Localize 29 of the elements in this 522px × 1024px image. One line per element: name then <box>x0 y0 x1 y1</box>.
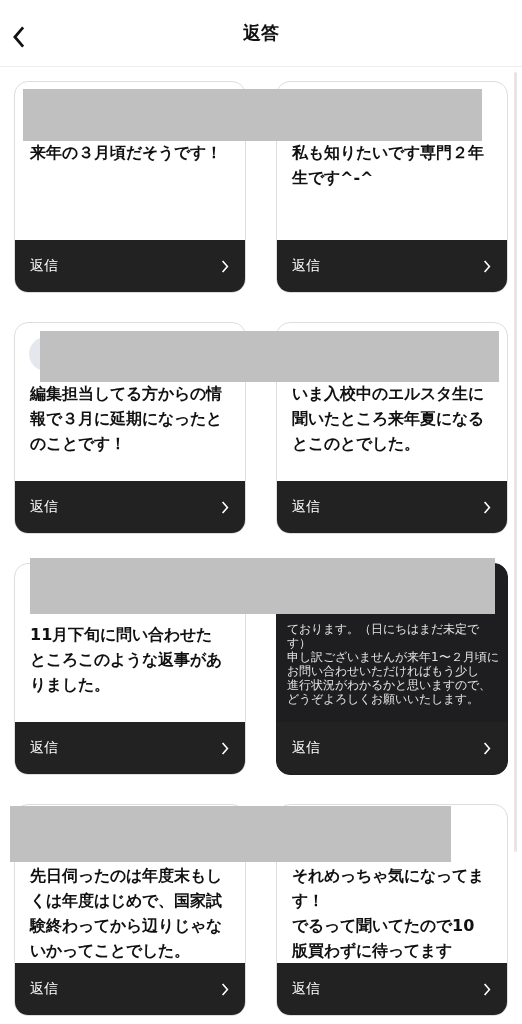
reply-text: 先日伺ったのは年度末もしくは年度はじめで、国家試験終わってから辺りじゃないかってことでした。 <box>30 865 223 962</box>
page-title: 返答 <box>243 21 279 45</box>
reply-button[interactable]: 返信 <box>15 963 245 1015</box>
reply-button[interactable]: 返信 <box>277 240 507 292</box>
chevron-icon[interactable] <box>483 259 491 273</box>
message-text: 進行状況がわかるかと思いますので、どうぞよろしくお願いいたします。 <box>287 678 492 706</box>
back-icon[interactable] <box>12 26 26 48</box>
chevron-icon[interactable] <box>221 500 229 514</box>
chevron-icon[interactable] <box>483 500 491 514</box>
reply-text: 11月下旬に問い合わせたところこのような返事がありました。 <box>30 624 223 696</box>
reply-text: 私も知りたいです専門２年生です^-^ <box>292 142 485 189</box>
chevron-icon[interactable] <box>483 982 491 996</box>
reply-button[interactable]: 返信 <box>15 481 245 533</box>
chevron-icon[interactable] <box>221 259 229 273</box>
reply-text: 来年の３月頃だそうです！ <box>30 142 223 164</box>
reply-text: 編集担当してる方からの情報で３月に延期になったとのことです！ <box>30 383 223 455</box>
reply-text: それめっちゃ気になってます！ <box>292 865 485 912</box>
reply-button[interactable]: 返信 <box>15 240 245 292</box>
reply-text: でるって聞いてたので10版買わずに待ってます <box>292 915 476 962</box>
reply-text: いま入校中のエルスタ生に聞いたところ来年夏になるとこのとでした。 <box>292 383 485 455</box>
reply-button[interactable]: 返信 <box>277 963 507 1015</box>
reply-button[interactable]: 返信 <box>277 481 507 533</box>
message-text: ております。（日にちはまだ未定です） <box>287 622 480 650</box>
message-text: 申し訳ございませんが来年1〜２月頃にお問い合わせいただければもう少し <box>287 650 499 678</box>
chevron-icon[interactable] <box>483 741 491 755</box>
reply-button[interactable]: 返信 <box>277 722 507 774</box>
reply-button[interactable]: 返信 <box>15 722 245 774</box>
chevron-icon[interactable] <box>221 982 229 996</box>
chevron-icon[interactable] <box>221 741 229 755</box>
